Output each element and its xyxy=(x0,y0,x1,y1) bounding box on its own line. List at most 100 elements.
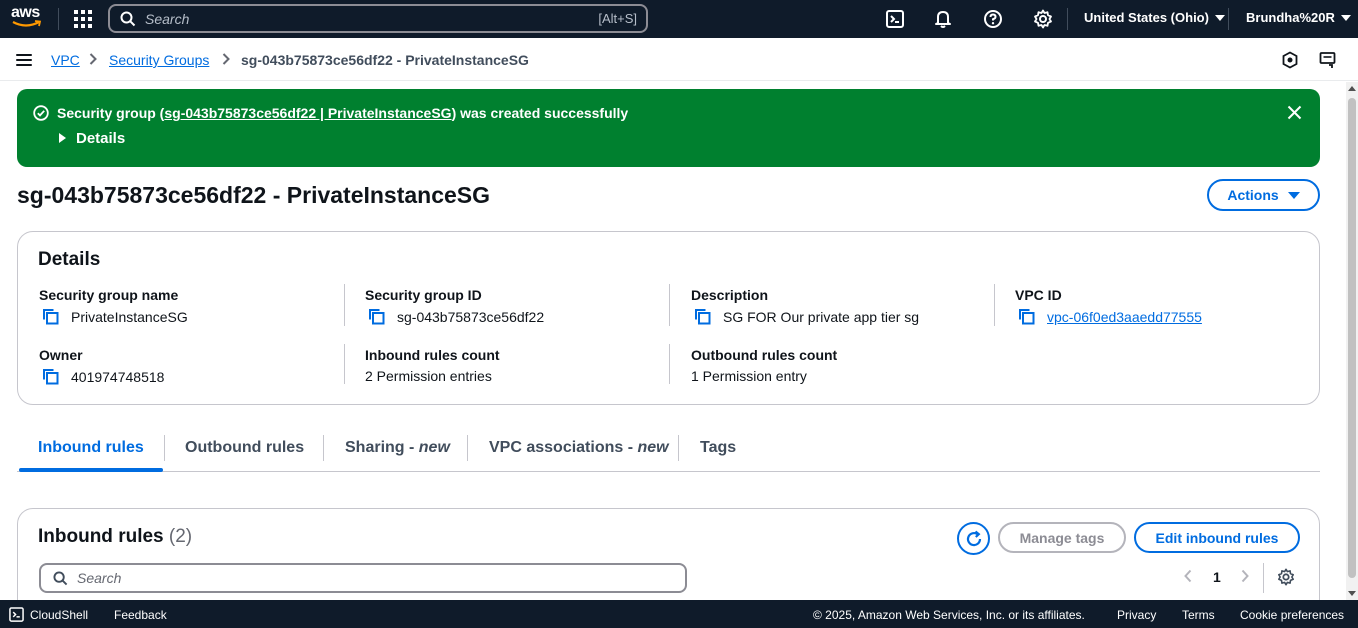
info-panel-icon[interactable] xyxy=(1281,51,1299,69)
copy-icon[interactable] xyxy=(42,308,59,325)
field-security-group-id: Security group ID sg-043b75873ce56df22 xyxy=(365,287,544,325)
chevron-right-icon[interactable] xyxy=(1240,569,1250,583)
account-menu[interactable]: Brundha%20R xyxy=(1246,10,1351,25)
manage-tags-label: Manage tags xyxy=(1019,529,1105,546)
breadcrumb-current: sg-043b75873ce56df22 - PrivateInstanceSG xyxy=(241,52,529,68)
field-value: 401974748518 xyxy=(71,368,165,385)
field-outbound-rules-count: Outbound rules count 1 Permission entry xyxy=(691,347,837,384)
close-icon[interactable] xyxy=(1287,105,1302,120)
field-value: SG FOR Our private app tier sg xyxy=(723,308,920,325)
page-scrollbar[interactable] xyxy=(1346,82,1358,600)
tab-sharing[interactable]: Sharing - new xyxy=(345,439,450,457)
chevron-right-icon xyxy=(222,53,230,65)
tab-divider xyxy=(323,435,324,461)
field-label: Outbound rules count xyxy=(691,347,838,363)
services-grid-icon[interactable] xyxy=(74,10,92,28)
field-owner: Owner 401974748518 xyxy=(39,347,164,385)
flash-message-prefix: Security group ( xyxy=(57,105,165,121)
nav-divider xyxy=(1228,8,1229,30)
flash-details-toggle[interactable]: Details xyxy=(59,130,125,147)
search-icon xyxy=(53,571,68,586)
breadcrumb-vpc[interactable]: VPC xyxy=(51,52,80,68)
aws-logo[interactable]: aws xyxy=(11,5,43,31)
tab-label: Tags xyxy=(700,439,737,456)
search-shortcut: [Alt+S] xyxy=(598,11,637,26)
cloudshell-icon[interactable] xyxy=(9,607,24,622)
inbound-rules-heading: Inbound rules (2) xyxy=(38,526,192,548)
search-icon xyxy=(120,11,136,27)
scroll-up-icon[interactable] xyxy=(1348,86,1356,91)
vpc-id-link[interactable]: vpc-06f0ed3aaedd77555 xyxy=(1047,309,1202,325)
field-label: Inbound rules count xyxy=(365,347,500,363)
search-placeholder: Search xyxy=(77,570,122,586)
flash-sg-link[interactable]: sg-043b75873ce56df22 | PrivateInstanceSG xyxy=(164,105,451,121)
pagination-current-page[interactable]: 1 xyxy=(1213,569,1221,585)
region-label: United States (Ohio) xyxy=(1084,10,1209,25)
menu-icon[interactable] xyxy=(16,54,32,66)
scrollbar-thumb[interactable] xyxy=(1348,98,1356,578)
scroll-down-icon[interactable] xyxy=(1348,591,1356,596)
caret-right-icon xyxy=(59,133,66,143)
refresh-button[interactable] xyxy=(957,522,990,555)
inbound-rules-search[interactable]: Search xyxy=(39,563,687,593)
tab-label: Inbound rules xyxy=(38,439,144,456)
cloudshell-icon[interactable] xyxy=(885,9,905,29)
edit-inbound-rules-button[interactable]: Edit inbound rules xyxy=(1134,522,1300,553)
edit-inbound-rules-label: Edit inbound rules xyxy=(1155,529,1279,546)
column-divider xyxy=(669,284,670,326)
tab-label: Outbound rules xyxy=(185,439,305,456)
details-container: Details Security group name PrivateInsta… xyxy=(17,231,1320,405)
help-icon[interactable] xyxy=(983,9,1003,29)
tab-new-badge: new xyxy=(418,439,450,456)
pagination-divider xyxy=(1263,563,1264,593)
field-value: PrivateInstanceSG xyxy=(71,308,188,325)
refresh-icon xyxy=(966,530,981,546)
column-divider xyxy=(344,344,345,384)
field-security-group-name: Security group name PrivateInstanceSG xyxy=(39,287,188,325)
success-flashbar: Security group (sg-043b75873ce56df22 | P… xyxy=(17,89,1320,167)
copy-icon[interactable] xyxy=(694,308,711,325)
tab-vpc-associations[interactable]: VPC associations - new xyxy=(489,439,669,457)
caret-down-icon xyxy=(1287,191,1300,199)
footer-cookie-preferences[interactable]: Cookie preferences xyxy=(1240,608,1344,622)
details-heading: Details xyxy=(38,249,101,270)
copy-icon[interactable] xyxy=(42,368,59,385)
footer-feedback[interactable]: Feedback xyxy=(114,608,167,622)
preferences-gear-icon[interactable] xyxy=(1277,568,1295,586)
flash-message: Security group (sg-043b75873ce56df22 | P… xyxy=(57,105,628,121)
field-label: Security group name xyxy=(39,287,179,303)
field-value: sg-043b75873ce56df22 xyxy=(397,308,545,325)
flash-details-label: Details xyxy=(76,130,126,147)
caret-down-icon xyxy=(1214,15,1225,21)
tab-inbound-rules[interactable]: Inbound rules xyxy=(38,439,144,457)
tab-divider xyxy=(164,435,165,461)
breadcrumb-security-groups[interactable]: Security Groups xyxy=(109,52,209,68)
actions-button[interactable]: Actions xyxy=(1207,179,1320,211)
bell-icon[interactable] xyxy=(933,9,953,29)
inbound-heading-text: Inbound rules xyxy=(38,526,164,547)
copy-icon[interactable] xyxy=(368,308,385,325)
global-search[interactable]: Search [Alt+S] xyxy=(108,4,648,33)
field-inbound-rules-count: Inbound rules count 2 Permission entries xyxy=(365,347,500,384)
column-divider xyxy=(669,344,670,384)
region-selector[interactable]: United States (Ohio) xyxy=(1084,10,1225,25)
copy-icon[interactable] xyxy=(1018,308,1035,325)
gear-icon[interactable] xyxy=(1033,9,1053,29)
tab-label: VPC associations - xyxy=(489,439,638,456)
field-value: 2 Permission entries xyxy=(365,368,492,384)
footer-cloudshell[interactable]: CloudShell xyxy=(30,608,88,622)
tab-label: Sharing - xyxy=(345,439,419,456)
field-label: Owner xyxy=(39,347,83,363)
tab-outbound-rules[interactable]: Outbound rules xyxy=(185,439,304,457)
footer-terms[interactable]: Terms xyxy=(1182,608,1215,622)
field-label: VPC ID xyxy=(1015,287,1062,303)
top-navigation: aws Search [Alt+S] United States (Ohio) xyxy=(0,0,1358,38)
tab-tags[interactable]: Tags xyxy=(700,439,736,457)
manage-tags-button[interactable]: Manage tags xyxy=(998,522,1126,553)
footer-privacy[interactable]: Privacy xyxy=(1117,608,1156,622)
field-value: 1 Permission entry xyxy=(691,368,807,384)
notifications-panel-icon[interactable] xyxy=(1319,51,1337,69)
chevron-left-icon[interactable] xyxy=(1183,569,1193,583)
field-label: Security group ID xyxy=(365,287,482,303)
footer: CloudShell Feedback © 2025, Amazon Web S… xyxy=(0,600,1358,628)
